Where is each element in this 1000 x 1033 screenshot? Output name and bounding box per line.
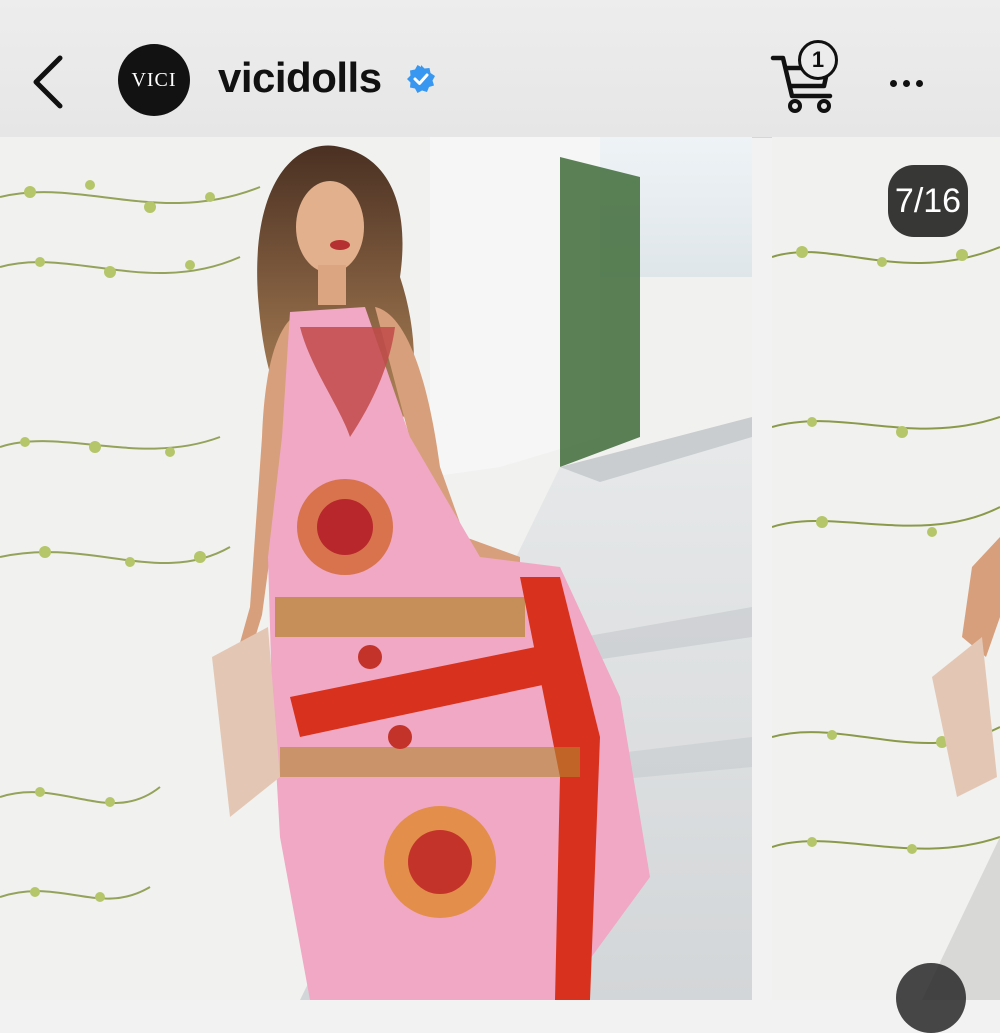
post-image bbox=[0, 137, 752, 1000]
chevron-left-icon[interactable] bbox=[28, 50, 72, 114]
profile-header: VICI vicidolls 1 bbox=[0, 0, 1000, 138]
carousel-photo[interactable] bbox=[0, 137, 752, 1000]
post-image-next bbox=[772, 137, 1000, 1000]
tagged-products-icon[interactable] bbox=[896, 963, 966, 1033]
verified-badge-icon bbox=[407, 65, 435, 93]
carousel-next-photo[interactable] bbox=[772, 137, 1000, 1000]
carousel-page-counter: 7/16 bbox=[888, 165, 968, 237]
cart-count-badge: 1 bbox=[798, 40, 838, 80]
avatar[interactable]: VICI bbox=[118, 44, 190, 116]
username-link[interactable]: vicidolls bbox=[218, 54, 382, 102]
more-options-icon[interactable] bbox=[880, 66, 932, 100]
avatar-text: VICI bbox=[131, 68, 177, 91]
